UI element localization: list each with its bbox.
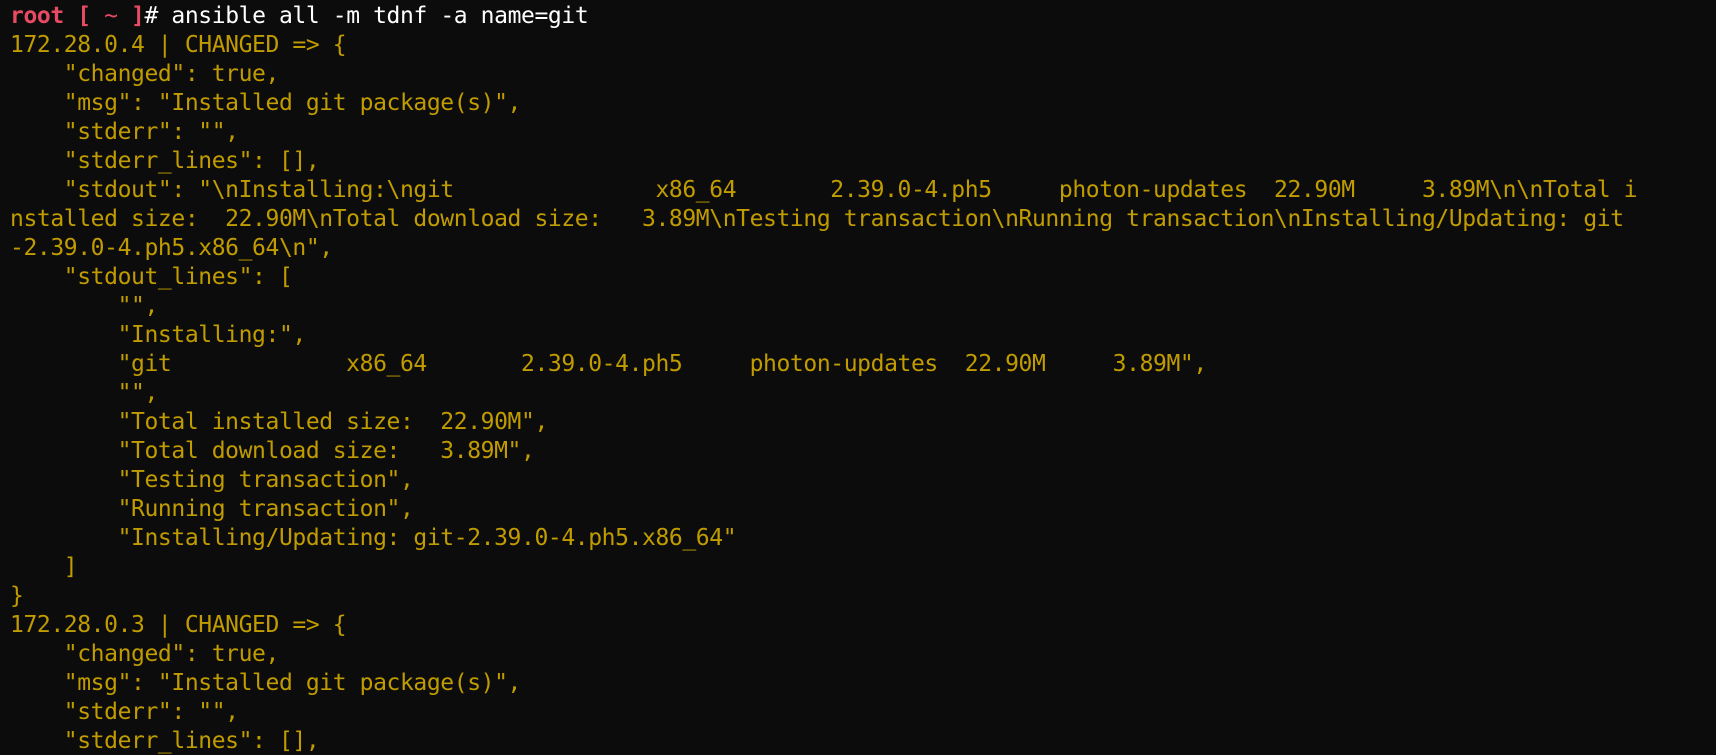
output-line: "stderr": "",	[10, 119, 239, 145]
output-line: "",	[10, 293, 159, 319]
output-line: "msg": "Installed git package(s)",	[10, 670, 522, 696]
output-line: "",	[10, 380, 159, 406]
output-line: "Testing transaction",	[10, 467, 414, 493]
output-line: "git x86_64 2.39.0-4.ph5 photon-updates …	[10, 351, 1208, 377]
output-line: "stdout": "\nInstalling:\ngit x86_64 2.3…	[10, 177, 1638, 203]
output-line: "changed": true,	[10, 641, 280, 667]
output-line: "stderr": "",	[10, 699, 239, 725]
output-line: nstalled size: 22.90M\nTotal download si…	[10, 206, 1624, 232]
output-line: "Installing:",	[10, 322, 307, 348]
command-text: ansible all -m tdnf -a name=git	[157, 3, 589, 29]
output-line: "changed": true,	[10, 61, 280, 87]
output-line: 172.28.0.3 | CHANGED => {	[10, 612, 347, 638]
prompt-open-bracket: [	[63, 3, 91, 29]
prompt-line: root [ ~ ]# ansible all -m tdnf -a name=…	[10, 2, 1706, 31]
output-line: "msg": "Installed git package(s)",	[10, 90, 522, 116]
prompt-hash: #	[144, 3, 159, 29]
output-line: "stderr_lines": [],	[10, 728, 320, 754]
output-line: "Total installed size: 22.90M",	[10, 409, 549, 435]
output-line: "stderr_lines": [],	[10, 148, 320, 174]
prompt-close-bracket: ]	[131, 3, 145, 29]
output-line: }	[10, 583, 24, 609]
terminal-window[interactable]: root [ ~ ]# ansible all -m tdnf -a name=…	[0, 0, 1716, 755]
prompt-user: root	[10, 3, 64, 29]
prompt-path: ~	[90, 3, 132, 29]
output-line: 172.28.0.4 | CHANGED => {	[10, 32, 347, 58]
output-line: "Running transaction",	[10, 496, 414, 522]
output-line: ]	[10, 554, 78, 580]
output-line: "Total download size: 3.89M",	[10, 438, 535, 464]
output-line: "Installing/Updating: git-2.39.0-4.ph5.x…	[10, 525, 737, 551]
output-line: -2.39.0-4.ph5.x86_64\n",	[10, 235, 333, 261]
output-line: "stdout_lines": [	[10, 264, 293, 290]
